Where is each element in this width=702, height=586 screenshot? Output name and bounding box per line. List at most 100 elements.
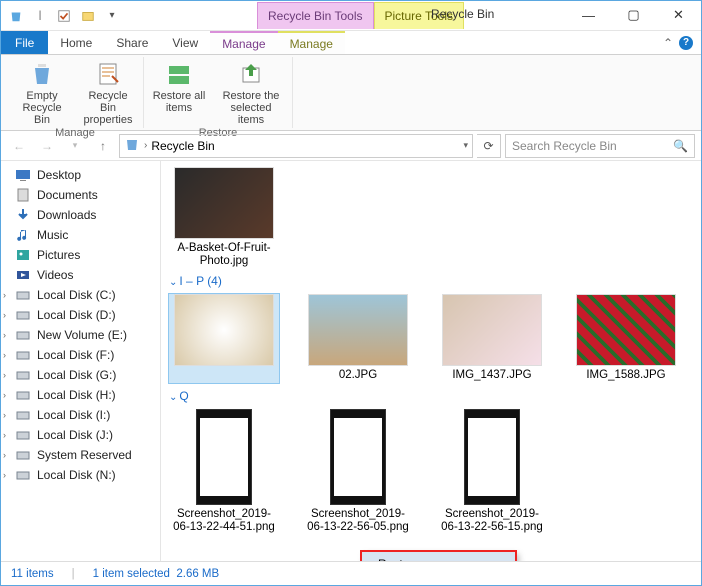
- forward-button[interactable]: →: [35, 134, 59, 158]
- ribbon-tabs: File Home Share View Manage Manage ⌃ ?: [1, 31, 701, 55]
- restore-all-button[interactable]: Restore all items: [150, 59, 208, 126]
- history-dropdown[interactable]: ▾: [63, 134, 87, 158]
- nav-local-i[interactable]: › Local Disk (I:): [1, 405, 160, 425]
- file-item[interactable]: 02.JPG: [303, 294, 413, 382]
- navigation-pane[interactable]: Desktop Documents Downloads Music Pictur…: [1, 161, 161, 561]
- file-tab[interactable]: File: [1, 31, 48, 54]
- nav-desktop[interactable]: Desktop: [1, 165, 160, 185]
- thumbnail: [196, 409, 252, 505]
- nav-local-h[interactable]: › Local Disk (H:): [1, 385, 160, 405]
- file-name: Screenshot_2019-06-13-22-56-15.png: [437, 508, 547, 534]
- pictures-icon: [15, 247, 31, 263]
- refresh-button[interactable]: ⟳: [477, 134, 501, 158]
- nav-label: Downloads: [37, 208, 96, 222]
- help-icon[interactable]: ?: [679, 36, 693, 50]
- qa-check-icon[interactable]: [53, 5, 75, 27]
- nav-local-c[interactable]: › Local Disk (C:): [1, 285, 160, 305]
- maximize-button[interactable]: ▢: [611, 1, 656, 29]
- up-button[interactable]: ↑: [91, 134, 115, 158]
- file-item[interactable]: Screenshot_2019-06-13-22-44-51.png: [169, 409, 279, 534]
- chevron-down-icon: ⌄: [169, 392, 177, 403]
- expand-icon[interactable]: ›: [3, 290, 6, 300]
- close-button[interactable]: ✕: [656, 1, 701, 29]
- expand-icon[interactable]: ›: [3, 470, 6, 480]
- download-icon: [15, 207, 31, 223]
- file-item[interactable]: IMG_1437.JPG: [437, 294, 547, 382]
- context-restore[interactable]: Restore: [362, 552, 515, 561]
- share-tab[interactable]: Share: [104, 31, 160, 54]
- nav-label: Local Disk (C:): [37, 288, 116, 302]
- file-item[interactable]: Screenshot_2019-06-13-22-56-15.png: [437, 409, 547, 534]
- recycle-bin-icon[interactable]: [5, 5, 27, 27]
- nav-label: Local Disk (I:): [37, 408, 110, 422]
- qa-folder-icon[interactable]: [77, 5, 99, 27]
- home-tab[interactable]: Home: [48, 31, 104, 54]
- nav-local-f[interactable]: › Local Disk (F:): [1, 345, 160, 365]
- manage-tab-1[interactable]: Manage: [210, 31, 277, 54]
- nav-music[interactable]: Music: [1, 225, 160, 245]
- group-header-q[interactable]: ⌄Q: [169, 389, 693, 403]
- nav-label: Local Disk (H:): [37, 388, 116, 402]
- recycle-bin-properties-button[interactable]: Recycle Bin properties: [79, 59, 137, 126]
- minimize-button[interactable]: —: [566, 1, 611, 29]
- ribbon-expand-icon[interactable]: ⌃: [663, 36, 673, 50]
- ribbon-group-restore: Restore all items Restore the selected i…: [144, 57, 293, 128]
- trash-icon: [26, 59, 58, 89]
- nav-downloads[interactable]: Downloads: [1, 205, 160, 225]
- qa-dropdown-icon[interactable]: ▾: [101, 5, 123, 27]
- empty-recycle-bin-button[interactable]: Empty Recycle Bin: [13, 59, 71, 126]
- group-header-i-p[interactable]: ⌄I – P (4): [169, 274, 693, 288]
- restore-selected-icon: [235, 59, 267, 89]
- expand-icon[interactable]: ›: [3, 350, 6, 360]
- disk-icon: [15, 287, 31, 303]
- nav-local-n[interactable]: ›Local Disk (N:): [1, 465, 160, 485]
- address-dropdown-icon[interactable]: ▾: [463, 140, 468, 151]
- content-pane[interactable]: A-Basket-Of-Fruit-Photo.jpg ⌄I – P (4) 0…: [161, 161, 701, 561]
- properties-label: Recycle Bin properties: [79, 90, 137, 126]
- expand-icon[interactable]: ›: [3, 330, 6, 340]
- expand-icon[interactable]: ›: [3, 430, 6, 440]
- music-icon: [15, 227, 31, 243]
- nav-videos[interactable]: Videos: [1, 265, 160, 285]
- nav-local-d[interactable]: ›Local Disk (D:): [1, 305, 160, 325]
- file-item-selected[interactable]: [169, 294, 279, 382]
- view-tab[interactable]: View: [160, 31, 210, 54]
- search-placeholder: Search Recycle Bin: [512, 139, 673, 153]
- status-separator: |: [72, 568, 75, 580]
- file-item[interactable]: IMG_1588.JPG: [571, 294, 681, 382]
- breadcrumb-location[interactable]: Recycle Bin: [151, 139, 214, 153]
- expand-icon[interactable]: ›: [3, 370, 6, 380]
- thumbnail: [442, 294, 542, 366]
- recycle-bin-location-icon: [124, 136, 140, 155]
- expand-icon[interactable]: ›: [3, 390, 6, 400]
- address-box[interactable]: › Recycle Bin ▾: [119, 134, 473, 158]
- manage-tab-2[interactable]: Manage: [278, 31, 345, 54]
- recycle-bin-tools-tab[interactable]: Recycle Bin Tools: [257, 2, 374, 29]
- ribbon: Empty Recycle Bin Recycle Bin properties…: [1, 55, 701, 131]
- restore-all-label: Restore all items: [150, 90, 208, 114]
- file-item[interactable]: Screenshot_2019-06-13-22-56-05.png: [303, 409, 413, 534]
- expand-icon[interactable]: ›: [3, 310, 6, 320]
- title-bar: | ▾ Recycle Bin Tools Picture Tools Recy…: [1, 1, 701, 31]
- nav-system-reserved[interactable]: ›System Reserved: [1, 445, 160, 465]
- back-button[interactable]: ←: [7, 134, 31, 158]
- nav-documents[interactable]: Documents: [1, 185, 160, 205]
- nav-local-g[interactable]: ›Local Disk (G:): [1, 365, 160, 385]
- document-icon: [15, 187, 31, 203]
- disk-icon: [15, 307, 31, 323]
- expand-icon[interactable]: ›: [3, 450, 6, 460]
- nav-pictures[interactable]: Pictures: [1, 245, 160, 265]
- nav-label: Local Disk (F:): [37, 348, 114, 362]
- properties-icon: [92, 59, 124, 89]
- status-bar: 11 items | 1 item selected 2.66 MB: [1, 561, 701, 585]
- expand-icon[interactable]: ›: [3, 410, 6, 420]
- restore-selected-button[interactable]: Restore the selected items: [216, 59, 286, 126]
- search-box[interactable]: Search Recycle Bin 🔍: [505, 134, 695, 158]
- file-item[interactable]: A-Basket-Of-Fruit-Photo.jpg: [169, 167, 279, 268]
- nav-new-volume-e[interactable]: ›New Volume (E:): [1, 325, 160, 345]
- thumbnail: [174, 167, 274, 239]
- nav-local-j[interactable]: ›Local Disk (J:): [1, 425, 160, 445]
- thumbnail: [464, 409, 520, 505]
- thumbnail: [330, 409, 386, 505]
- window-controls: — ▢ ✕: [566, 1, 701, 29]
